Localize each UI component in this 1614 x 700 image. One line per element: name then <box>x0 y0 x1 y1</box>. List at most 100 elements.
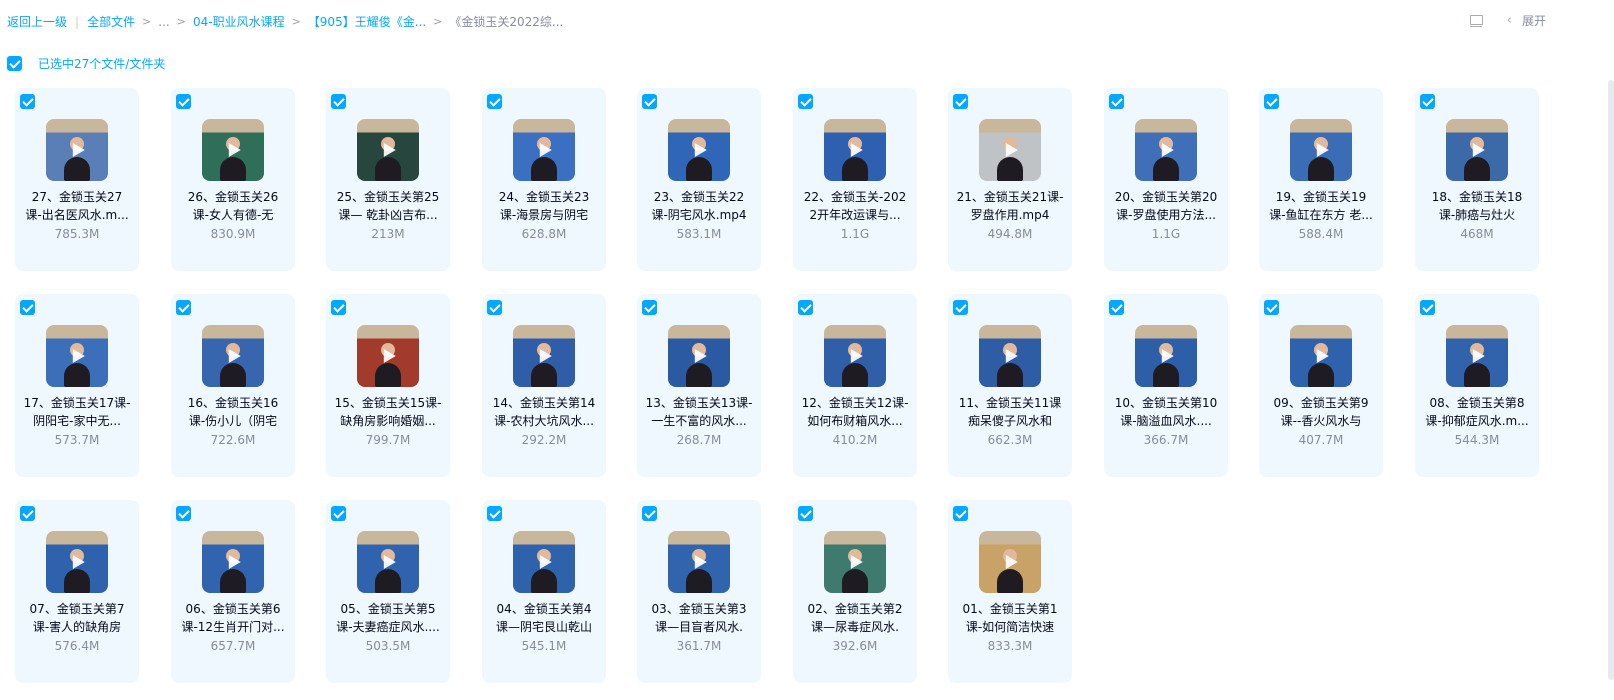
video-thumbnail[interactable] <box>1290 325 1352 387</box>
video-thumbnail[interactable] <box>1446 119 1508 181</box>
file-card[interactable]: 01、金锁玉关第1 课-如何简洁快速 833.3M <box>948 500 1072 683</box>
file-card[interactable]: 11、金锁玉关11课 痴呆傻子风水和 662.3M <box>948 294 1072 477</box>
video-thumbnail[interactable] <box>824 531 886 593</box>
file-checkbox[interactable] <box>176 506 191 521</box>
video-thumbnail[interactable] <box>824 119 886 181</box>
video-thumbnail[interactable] <box>668 325 730 387</box>
scrollbar-track[interactable] <box>1606 40 1614 700</box>
video-thumbnail[interactable] <box>513 119 575 181</box>
video-thumbnail[interactable] <box>46 119 108 181</box>
video-thumbnail[interactable] <box>513 325 575 387</box>
video-thumbnail[interactable] <box>979 119 1041 181</box>
file-card[interactable]: 14、金锁玉关第14 课-农村大坑风水... 292.2M <box>482 294 606 477</box>
file-checkbox[interactable] <box>798 94 813 109</box>
video-thumbnail[interactable] <box>513 531 575 593</box>
file-checkbox[interactable] <box>331 300 346 315</box>
file-card[interactable]: 20、金锁玉关第20 课-罗盘使用方法... 1.1G <box>1104 88 1228 271</box>
file-checkbox[interactable] <box>20 94 35 109</box>
crumb-ellipsis[interactable]: ... <box>158 15 169 29</box>
video-thumbnail[interactable] <box>357 119 419 181</box>
file-card[interactable]: 06、金锁玉关第6 课-12生肖开门对... 657.7M <box>171 500 295 683</box>
video-thumbnail[interactable] <box>202 119 264 181</box>
file-checkbox[interactable] <box>176 94 191 109</box>
file-card[interactable]: 07、金锁玉关第7 课-害人的缺角房 576.4M <box>15 500 139 683</box>
file-card[interactable]: 03、金锁玉关第3 课—目盲者风水. 361.7M <box>637 500 761 683</box>
file-checkbox[interactable] <box>1264 300 1279 315</box>
list-view-icon[interactable] <box>1469 14 1483 28</box>
file-checkbox[interactable] <box>953 506 968 521</box>
file-name-line2: 课-罗盘使用方法... <box>1116 208 1216 222</box>
file-checkbox[interactable] <box>20 506 35 521</box>
scrollbar-thumb[interactable] <box>1608 80 1614 680</box>
play-icon <box>850 143 863 157</box>
file-name-line2: 课—尿毒症风水. <box>811 620 899 634</box>
file-card[interactable]: 16、金锁玉关16 课-伤小儿（阴宅 722.6M <box>171 294 295 477</box>
file-card[interactable]: 22、金锁玉关-202 2开年改运课与... 1.1G <box>793 88 917 271</box>
file-checkbox[interactable] <box>176 300 191 315</box>
video-thumbnail[interactable] <box>668 531 730 593</box>
file-card[interactable]: 12、金锁玉关12课- 如何布财箱风水... 410.2M <box>793 294 917 477</box>
chevron-right-icon: > <box>176 15 186 28</box>
file-checkbox[interactable] <box>1264 94 1279 109</box>
file-card[interactable]: 19、金锁玉关19 课-鱼缸在东方 老... 588.4M <box>1259 88 1383 271</box>
video-thumbnail[interactable] <box>46 325 108 387</box>
video-thumbnail[interactable] <box>357 531 419 593</box>
file-checkbox[interactable] <box>331 506 346 521</box>
expand-button[interactable]: 展开 <box>1522 12 1546 29</box>
video-thumbnail[interactable] <box>357 325 419 387</box>
file-checkbox[interactable] <box>642 94 657 109</box>
file-card[interactable]: 21、金锁玉关21课- 罗盘作用.mp4 494.8M <box>948 88 1072 271</box>
file-card[interactable]: 02、金锁玉关第2 课—尿毒症风水. 392.6M <box>793 500 917 683</box>
file-checkbox[interactable] <box>953 300 968 315</box>
file-card[interactable]: 08、金锁玉关第8 课-抑郁症风水.m... 544.3M <box>1415 294 1539 477</box>
video-thumbnail[interactable] <box>202 325 264 387</box>
file-checkbox[interactable] <box>953 94 968 109</box>
file-card[interactable]: 09、金锁玉关第9 课--香火风水与 407.7M <box>1259 294 1383 477</box>
file-checkbox[interactable] <box>1420 94 1435 109</box>
video-thumbnail[interactable] <box>46 531 108 593</box>
file-checkbox[interactable] <box>642 506 657 521</box>
file-card[interactable]: 05、金锁玉关第5 课-夫妻癌症风水.... 503.5M <box>326 500 450 683</box>
file-card[interactable]: 15、金锁玉关15课- 缺角房影响婚姻... 799.7M <box>326 294 450 477</box>
file-card[interactable]: 24、金锁玉关23 课-海景房与阴宅 628.8M <box>482 88 606 271</box>
file-card[interactable]: 13、金锁玉关13课- 一生不富的风水... 268.7M <box>637 294 761 477</box>
crumb-905[interactable]: 【905】王耀俊《金... <box>308 13 426 30</box>
file-checkbox[interactable] <box>487 506 502 521</box>
file-checkbox[interactable] <box>487 300 502 315</box>
file-card[interactable]: 17、金锁玉关17课- 阴阳宅-家中无... 573.7M <box>15 294 139 477</box>
file-checkbox[interactable] <box>331 94 346 109</box>
file-card[interactable]: 10、金锁玉关第10 课-脑溢血风水.... 366.7M <box>1104 294 1228 477</box>
file-checkbox[interactable] <box>1420 300 1435 315</box>
file-checkbox[interactable] <box>487 94 502 109</box>
file-card[interactable]: 23、金锁玉关22 课-阴宅风水.mp4 583.1M <box>637 88 761 271</box>
file-card[interactable]: 27、金锁玉关27 课-出名医风水.m... 785.3M <box>15 88 139 271</box>
file-card[interactable]: 26、金锁玉关26 课-女人有德-无 830.9M <box>171 88 295 271</box>
video-thumbnail[interactable] <box>1135 119 1197 181</box>
file-checkbox[interactable] <box>798 506 813 521</box>
video-thumbnail[interactable] <box>979 531 1041 593</box>
file-card[interactable]: 04、金锁玉关第4 课—阴宅艮山乾山 545.1M <box>482 500 606 683</box>
file-checkbox[interactable] <box>1109 300 1124 315</box>
video-thumbnail[interactable] <box>202 531 264 593</box>
video-thumbnail[interactable] <box>668 119 730 181</box>
file-card[interactable]: 25、金锁玉关第25 课— 乾卦凶吉布... 213M <box>326 88 450 271</box>
thumbnail-person <box>686 157 712 181</box>
chevron-left-icon[interactable]: ‹ <box>1507 13 1512 28</box>
file-card[interactable]: 18、金锁玉关18 课-肺癌与灶火 468M <box>1415 88 1539 271</box>
file-name-line1: 10、金锁玉关第10 <box>1114 396 1218 410</box>
select-all-checkbox[interactable] <box>7 56 22 71</box>
crumb-career-course[interactable]: 04-职业风水课程 <box>193 13 285 30</box>
file-checkbox[interactable] <box>642 300 657 315</box>
crumb-all-files[interactable]: 全部文件 <box>87 13 135 30</box>
file-checkbox[interactable] <box>798 300 813 315</box>
video-thumbnail[interactable] <box>979 325 1041 387</box>
back-link[interactable]: 返回上一级 <box>7 13 67 30</box>
file-checkbox[interactable] <box>20 300 35 315</box>
file-checkbox[interactable] <box>1109 94 1124 109</box>
video-thumbnail[interactable] <box>1135 325 1197 387</box>
file-size: 410.2M <box>832 433 878 447</box>
video-thumbnail[interactable] <box>1446 325 1508 387</box>
video-thumbnail[interactable] <box>1290 119 1352 181</box>
play-icon <box>1005 555 1018 569</box>
video-thumbnail[interactable] <box>824 325 886 387</box>
